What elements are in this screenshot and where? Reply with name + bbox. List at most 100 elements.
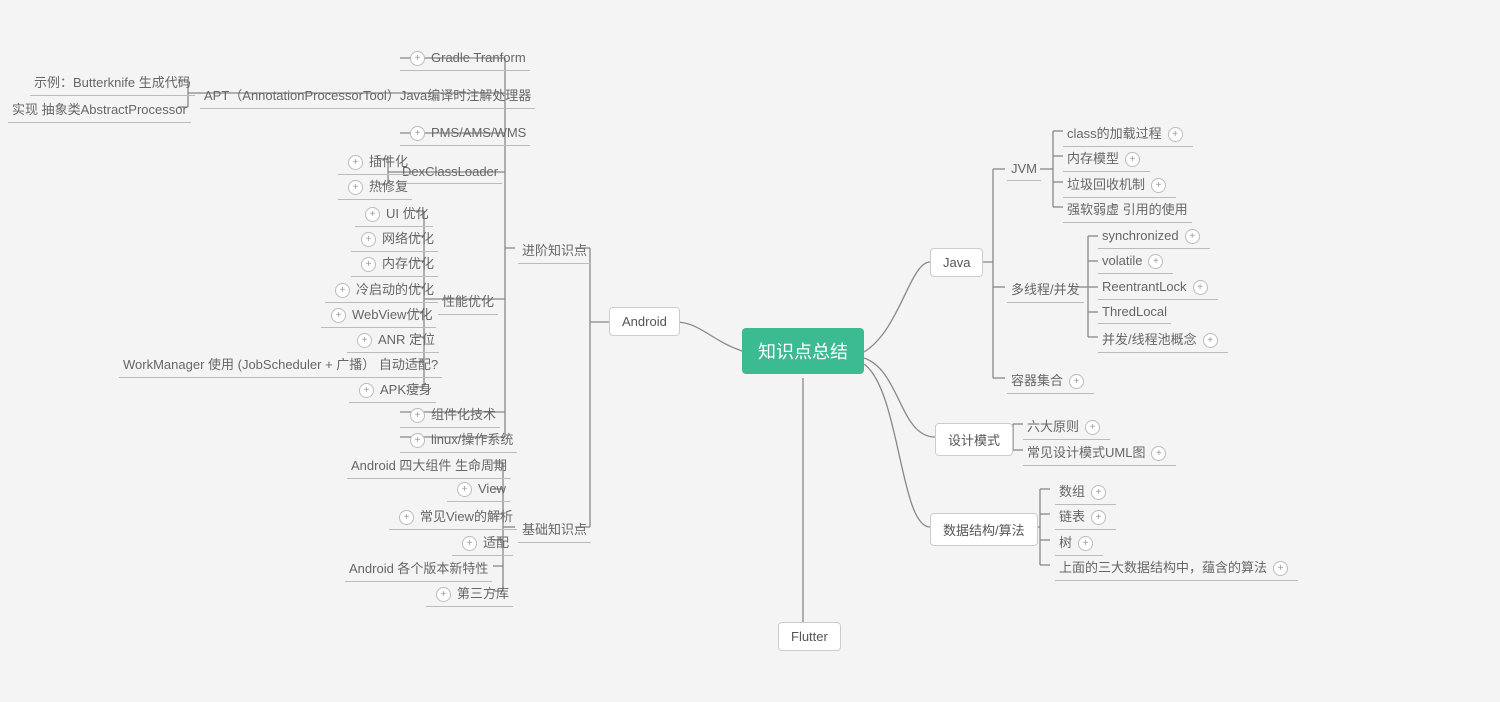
dex-hotfix[interactable]: 热修复 [338,174,412,200]
expand-icon[interactable] [1091,485,1106,500]
apt-ex2[interactable]: 实现 抽象类AbstractProcessor [8,97,191,123]
mindmap-canvas: 知识点总结 Android Flutter Java 设计模式 数据结构/算法 … [0,0,1500,702]
perf-ui[interactable]: UI 优化 [355,201,433,227]
apt-ex1[interactable]: 示例：Butterknife 生成代码 [30,70,195,96]
perf-apk[interactable]: APK瘦身 [349,377,436,403]
perf-mem-label: 内存优化 [382,256,434,271]
branch-java[interactable]: Java [930,248,983,277]
basic-fourcomp[interactable]: Android 四大组件 生命周期 [347,453,511,479]
jvm-memmodel[interactable]: 内存模型 [1063,146,1150,172]
perf-webview[interactable]: WebView优化 [321,302,436,328]
expand-icon[interactable] [1125,152,1140,167]
expand-icon[interactable] [410,51,425,66]
branch-flutter[interactable]: Flutter [778,622,841,651]
basic-viewparse-label: 常见View的解析 [420,509,513,524]
root-node[interactable]: 知识点总结 [742,328,864,374]
expand-icon[interactable] [1151,178,1166,193]
da-tree[interactable]: 树 [1055,530,1103,556]
perf-wm[interactable]: WorkManager 使用 (JobScheduler + 广播） 自动适配? [119,352,442,378]
basic-adapt[interactable]: 适配 [452,530,513,556]
perf-cold[interactable]: 冷启动的优化 [325,277,438,303]
adv-componentize[interactable]: 组件化技术 [400,402,500,428]
dex-plugin-label: 插件化 [369,154,408,169]
expand-icon[interactable] [399,510,414,525]
jvm-gc[interactable]: 垃圾回收机制 [1063,172,1176,198]
basic-versions[interactable]: Android 各个版本新特性 [345,556,492,582]
adv-linux-label: linux/操作系统 [431,432,513,447]
expand-icon[interactable] [1193,280,1208,295]
da-linked[interactable]: 链表 [1055,504,1116,530]
expand-icon[interactable] [331,308,346,323]
expand-icon[interactable] [1273,561,1288,576]
jvm-ref[interactable]: 强软弱虚 引用的使用 [1063,197,1192,223]
conc-pool[interactable]: 并发/线程池概念 [1098,327,1228,353]
da-algo[interactable]: 上面的三大数据结构中，蕴含的算法 [1055,555,1298,581]
adv-gradle[interactable]: Gradle Tranform [400,48,530,71]
java-concurrent[interactable]: 多线程/并发 [1007,277,1084,303]
perf-net[interactable]: 网络优化 [351,226,438,252]
conc-volatile-label: volatile [1102,253,1142,268]
adv-dex[interactable]: DexClassLoader [398,162,502,184]
expand-icon[interactable] [436,587,451,602]
expand-icon[interactable] [1091,510,1106,525]
design-uml[interactable]: 常见设计模式UML图 [1023,440,1176,466]
expand-icon[interactable] [410,126,425,141]
jvm-classload[interactable]: class的加载过程 [1063,121,1193,147]
adv-perf[interactable]: 性能优化 [438,289,498,315]
branch-android[interactable]: Android [609,307,680,336]
expand-icon[interactable] [1203,333,1218,348]
design-six-label: 六大原则 [1027,419,1079,434]
expand-icon[interactable] [462,536,477,551]
basic-thirdparty[interactable]: 第三方库 [426,581,513,607]
perf-net-label: 网络优化 [382,231,434,246]
adv-linux[interactable]: linux/操作系统 [400,427,517,453]
adv-pms[interactable]: PMS/AMS/WMS [400,123,530,146]
expand-icon[interactable] [1168,127,1183,142]
conc-reentrant[interactable]: ReentrantLock [1098,277,1218,300]
branch-data-algo[interactable]: 数据结构/算法 [930,513,1038,546]
basic-adapt-label: 适配 [483,535,509,550]
java-collection[interactable]: 容器集合 [1007,368,1094,394]
expand-icon[interactable] [1185,229,1200,244]
expand-icon[interactable] [410,408,425,423]
perf-anr[interactable]: ANR 定位 [347,327,439,353]
conc-threadlocal[interactable]: ThredLocal [1098,302,1171,324]
basic-viewparse[interactable]: 常见View的解析 [389,504,517,530]
conc-sync[interactable]: synchronized [1098,226,1210,249]
expand-icon[interactable] [410,433,425,448]
jvm-gc-label: 垃圾回收机制 [1067,177,1145,192]
expand-icon[interactable] [1148,254,1163,269]
conc-volatile[interactable]: volatile [1098,251,1173,274]
expand-icon[interactable] [335,283,350,298]
dex-plugin[interactable]: 插件化 [338,149,412,175]
expand-icon[interactable] [357,333,372,348]
expand-icon[interactable] [1085,420,1100,435]
conc-reentrant-label: ReentrantLock [1102,279,1187,294]
android-advanced[interactable]: 进阶知识点 [518,238,591,264]
expand-icon[interactable] [361,232,376,247]
expand-icon[interactable] [457,482,472,497]
expand-icon[interactable] [1078,536,1093,551]
expand-icon[interactable] [348,180,363,195]
expand-icon[interactable] [361,257,376,272]
adv-pms-label: PMS/AMS/WMS [431,125,526,140]
branch-design-pattern[interactable]: 设计模式 [935,423,1013,456]
da-algo-label: 上面的三大数据结构中，蕴含的算法 [1059,560,1267,575]
perf-mem[interactable]: 内存优化 [351,251,438,277]
adv-apt[interactable]: APT（AnnotationProcessorTool）Java编译时注解处理器 [200,83,535,109]
java-jvm[interactable]: JVM [1007,159,1041,181]
android-basic[interactable]: 基础知识点 [518,517,591,543]
expand-icon[interactable] [365,207,380,222]
design-uml-label: 常见设计模式UML图 [1027,445,1145,460]
expand-icon[interactable] [348,155,363,170]
java-collection-label: 容器集合 [1011,373,1063,388]
expand-icon[interactable] [1151,446,1166,461]
design-six[interactable]: 六大原则 [1023,414,1110,440]
basic-view-label: View [478,481,506,496]
da-array[interactable]: 数组 [1055,479,1116,505]
basic-thirdparty-label: 第三方库 [457,586,509,601]
expand-icon[interactable] [359,383,374,398]
basic-view[interactable]: View [447,479,510,502]
expand-icon[interactable] [1069,374,1084,389]
perf-cold-label: 冷启动的优化 [356,282,434,297]
